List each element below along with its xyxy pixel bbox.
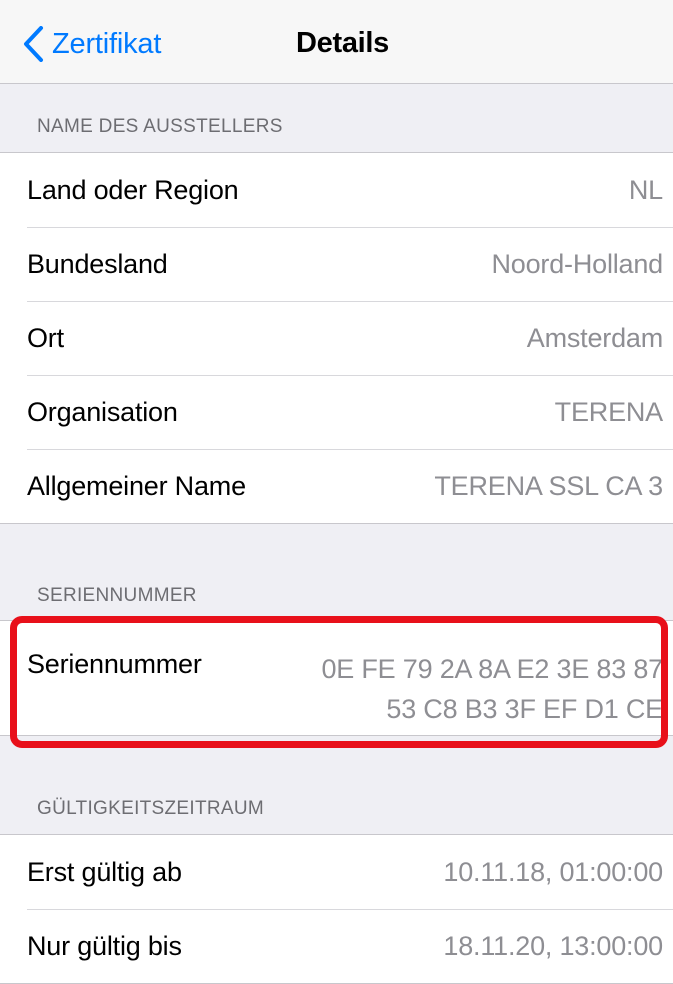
row-valid-from: Erst gültig ab 10.11.18, 01:00:00	[0, 835, 673, 909]
section-header-validity: GÜLTIGKEITSZEITRAUM	[37, 798, 265, 819]
serial-number-value: 0E FE 79 2A 8A E2 3E 83 87 53 C8 B3 3F E…	[321, 649, 663, 729]
row-value: Amsterdam	[526, 322, 663, 353]
row-state: Bundesland Noord-Holland	[0, 227, 673, 301]
row-common-name: Allgemeiner Name TERENA SSL CA 3	[0, 449, 673, 523]
row-value: 18.11.20, 13:00:00	[443, 930, 663, 961]
row-country: Land oder Region NL	[0, 153, 673, 227]
row-organisation: Organisation TERENA	[0, 375, 673, 449]
row-label: Erst gültig ab	[27, 856, 182, 887]
row-label: Allgemeiner Name	[27, 470, 246, 501]
validity-group: Erst gültig ab 10.11.18, 01:00:00 Nur gü…	[0, 834, 673, 984]
navigation-bar: Zertifikat Details	[0, 0, 673, 84]
back-button[interactable]: Zertifikat	[22, 22, 161, 66]
row-value: NL	[628, 174, 663, 205]
row-value: TERENA	[554, 396, 664, 427]
issuer-group: Land oder Region NL Bundesland Noord-Hol…	[0, 152, 673, 524]
section-header-serial: SERIENNUMMER	[37, 585, 197, 606]
row-value: 10.11.18, 01:00:00	[443, 856, 663, 887]
chevron-left-icon	[24, 26, 43, 62]
serial-group: Seriennummer 0E FE 79 2A 8A E2 3E 83 87 …	[0, 620, 673, 736]
row-value: TERENA SSL CA 3	[434, 470, 663, 501]
row-label: Seriennummer	[27, 649, 202, 679]
row-valid-until: Nur gültig bis 18.11.20, 13:00:00	[0, 909, 673, 983]
row-label: Organisation	[27, 396, 178, 427]
row-label: Nur gültig bis	[27, 930, 182, 961]
row-city: Ort Amsterdam	[0, 301, 673, 375]
row-serial-number: Seriennummer 0E FE 79 2A 8A E2 3E 83 87 …	[0, 621, 673, 735]
back-button-label: Zertifikat	[52, 27, 162, 60]
serial-number-line-1: 0E FE 79 2A 8A E2 3E 83 87	[321, 654, 663, 684]
section-header-issuer: NAME DES AUSSTELLERS	[37, 116, 283, 137]
row-label: Land oder Region	[27, 174, 239, 205]
serial-number-line-2: 53 C8 B3 3F EF D1 CE	[386, 694, 663, 724]
row-label: Ort	[27, 322, 64, 353]
row-label: Bundesland	[27, 248, 168, 279]
row-value: Noord-Holland	[491, 248, 664, 279]
page-title: Details	[296, 27, 389, 59]
